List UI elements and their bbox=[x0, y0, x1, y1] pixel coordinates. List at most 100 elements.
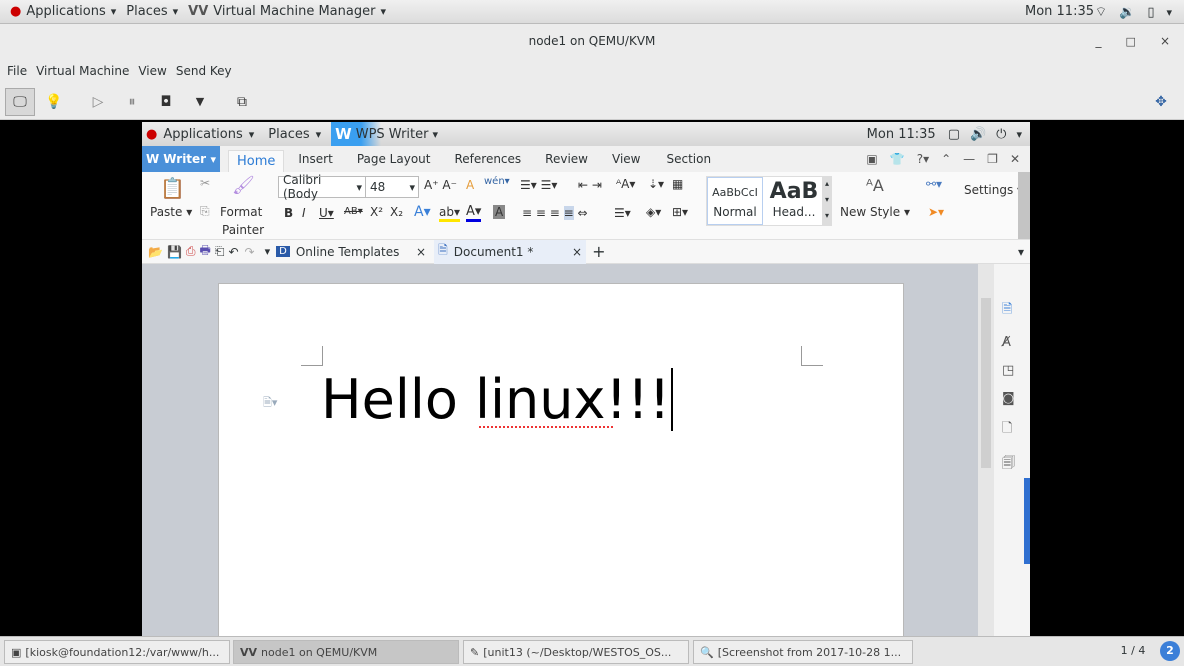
tab-section[interactable]: Section bbox=[666, 152, 711, 166]
shirt-icon[interactable]: 👕 bbox=[890, 152, 905, 166]
document-icon[interactable]: 🗎 bbox=[1002, 300, 1015, 322]
task-terminal[interactable]: ▣ [kiosk@foundation12:/var/www/h... bbox=[4, 640, 230, 664]
redo-icon[interactable]: ↷ bbox=[245, 245, 255, 259]
help-icon[interactable]: ?▾ bbox=[917, 152, 929, 166]
guest-clock[interactable]: Mon 11:35 bbox=[867, 127, 936, 142]
bullets-icon[interactable]: ☰▾ ☰▾ bbox=[520, 178, 557, 192]
volume-icon[interactable]: 🔊 bbox=[970, 127, 986, 142]
close-tab-icon[interactable]: × bbox=[416, 245, 426, 259]
guest-applications-menu[interactable]: ● Applications ▾ bbox=[146, 127, 254, 142]
tab-view[interactable]: View bbox=[612, 152, 640, 166]
wifi-icon[interactable]: ⌔ bbox=[1095, 4, 1107, 20]
table-icon[interactable]: ▦ bbox=[672, 177, 683, 191]
menu-send-key[interactable]: Send Key bbox=[176, 64, 232, 78]
font-select[interactable]: Calibri (Body ▾ bbox=[278, 173, 366, 201]
subscript-icon[interactable]: X₂ bbox=[390, 205, 403, 219]
print-icon[interactable]: 🖶 bbox=[200, 241, 211, 262]
export-pdf-icon[interactable]: ⎙ bbox=[186, 244, 196, 259]
line-spacing-icon[interactable]: ☰▾ bbox=[614, 206, 631, 220]
document-page[interactable]: 🗎▾ Hello linux!!! bbox=[218, 283, 904, 636]
clear-format-icon[interactable]: A bbox=[466, 178, 474, 192]
task-editor[interactable]: ✎ [unit13 (~/Desktop/WESTOS_OS... bbox=[463, 640, 689, 664]
places-menu[interactable]: Places ▾ bbox=[126, 4, 178, 19]
indent-icon[interactable]: ⇤ ⇥ bbox=[578, 178, 602, 192]
menu-virtual-machine[interactable]: Virtual Machine bbox=[36, 64, 129, 78]
undo-icon[interactable]: ↶ bbox=[228, 245, 238, 259]
vertical-scrollbar[interactable] bbox=[978, 264, 994, 636]
vm-display[interactable]: ● Applications ▾ Places ▾ W WPS Writer ▾ Mon … bbox=[142, 122, 1030, 636]
save-icon[interactable]: 💾 bbox=[167, 245, 182, 259]
tab-list-icon[interactable]: ▾ bbox=[1018, 245, 1024, 259]
sort-icon[interactable]: ⇣▾ bbox=[648, 177, 664, 191]
copy-icon[interactable]: ⎘ bbox=[200, 204, 210, 219]
tab-review[interactable]: Review bbox=[545, 152, 588, 166]
close-button[interactable]: ✕ bbox=[1010, 152, 1020, 166]
underline-icon[interactable]: U▾ bbox=[319, 206, 334, 220]
paste-icon[interactable]: 📋 bbox=[160, 176, 185, 200]
tab-references[interactable]: References bbox=[454, 152, 521, 166]
guest-places-menu[interactable]: Places ▾ bbox=[268, 127, 321, 142]
volume-icon[interactable]: 🔉 bbox=[1119, 5, 1135, 20]
strikethrough-icon[interactable]: AB▾ bbox=[344, 206, 363, 217]
task-virt-manager[interactable]: VV node1 on QEMU/KVM bbox=[233, 640, 459, 664]
clock[interactable]: Mon 11:35 bbox=[1025, 4, 1094, 19]
tab-home[interactable]: Home bbox=[228, 150, 285, 172]
select-pane-icon[interactable]: ◳ bbox=[1002, 363, 1015, 378]
details-button[interactable]: 💡 bbox=[39, 88, 69, 116]
document-text[interactable]: Hello linux!!! bbox=[321, 368, 674, 431]
print-preview-icon[interactable]: ⎗ bbox=[215, 244, 225, 259]
text-effect-icon[interactable]: A▾ bbox=[414, 204, 431, 220]
style-normal[interactable]: AaBbCcI Normal bbox=[707, 177, 763, 225]
new-style-button[interactable]: New Style ▾ bbox=[840, 205, 910, 219]
borders-icon[interactable]: ⊞▾ bbox=[672, 205, 688, 219]
task-screenshot[interactable]: 🔍 [Screenshot from 2017-10-28 1... bbox=[693, 640, 913, 664]
window-icon[interactable]: ▢ bbox=[948, 127, 960, 142]
font-spacing-icon[interactable]: ᴬA▾ bbox=[616, 177, 635, 191]
workspace-indicator[interactable]: 1 / 4 bbox=[1110, 644, 1156, 657]
tab-document1[interactable]: 🗎 Document1 * × bbox=[434, 239, 587, 264]
fullscreen-button[interactable]: ✥ bbox=[1146, 88, 1176, 116]
chevron-down-icon[interactable]: ▾ bbox=[1016, 128, 1022, 141]
menu-view[interactable]: View bbox=[138, 64, 166, 78]
font-size-select[interactable]: 48 ▾ bbox=[365, 176, 419, 198]
shading-icon[interactable]: ◈▾ bbox=[646, 205, 661, 219]
guest-app-menu[interactable]: W WPS Writer ▾ bbox=[331, 122, 446, 146]
style-heading[interactable]: AaB Head... bbox=[765, 177, 823, 225]
file-search-icon[interactable]: 🗐 bbox=[1002, 454, 1015, 476]
char-shading-icon[interactable]: A bbox=[493, 205, 506, 219]
tab-online-templates[interactable]: D Online Templates × bbox=[276, 245, 426, 259]
bold-icon[interactable]: B bbox=[284, 206, 293, 220]
app-menu[interactable]: VV Virtual Machine Manager ▾ bbox=[188, 4, 386, 19]
shutdown-menu-button[interactable]: ▼ bbox=[185, 88, 215, 116]
font-color-icon[interactable]: A▾ bbox=[466, 204, 482, 222]
chevron-down-icon[interactable]: ▾ bbox=[1166, 6, 1172, 19]
skin-icon[interactable]: ▣ bbox=[866, 152, 877, 166]
align-icons[interactable]: ≡ ≡ ≡ ≡ ⇔ bbox=[522, 206, 588, 220]
new-style-icon[interactable]: ᴬA bbox=[866, 176, 884, 195]
highlight-icon[interactable]: ab▾ bbox=[439, 205, 460, 222]
tab-insert[interactable]: Insert bbox=[298, 152, 332, 166]
new-tab-button[interactable]: + bbox=[592, 242, 605, 261]
paragraph-icon[interactable]: 🗎▾ bbox=[263, 394, 277, 413]
pause-button[interactable]: ⏸ bbox=[117, 88, 147, 116]
applications-menu[interactable]: ● Applications ▾ bbox=[10, 4, 116, 19]
format-painter-button[interactable]: Format bbox=[220, 205, 262, 219]
ribbon-scroll-right[interactable] bbox=[1018, 172, 1030, 239]
collapse-ribbon-icon[interactable]: ⌃ bbox=[941, 152, 951, 166]
paste-button[interactable]: Paste ▾ bbox=[150, 205, 192, 219]
cut-icon[interactable]: ✂ bbox=[200, 176, 210, 190]
grow-font-icon[interactable]: A⁺ A⁻ bbox=[424, 178, 457, 192]
shutdown-button[interactable]: ◘ bbox=[151, 88, 181, 116]
run-button[interactable]: ▷ bbox=[83, 88, 113, 116]
open-icon[interactable]: 📂 bbox=[148, 245, 163, 259]
restore-button[interactable]: ❐ bbox=[987, 152, 998, 166]
close-button[interactable]: × bbox=[1160, 34, 1170, 48]
battery-icon[interactable]: ▯ bbox=[1147, 5, 1154, 20]
select-icon[interactable]: ➤▾ bbox=[928, 205, 944, 219]
italic-icon[interactable]: I bbox=[302, 206, 306, 220]
format-painter-icon[interactable]: 🖌 bbox=[232, 175, 255, 196]
file-icon[interactable]: 🗋 bbox=[1002, 419, 1015, 441]
menu-file[interactable]: File bbox=[7, 64, 27, 78]
close-tab-icon[interactable]: × bbox=[572, 245, 582, 259]
superscript-icon[interactable]: X² bbox=[370, 205, 383, 219]
